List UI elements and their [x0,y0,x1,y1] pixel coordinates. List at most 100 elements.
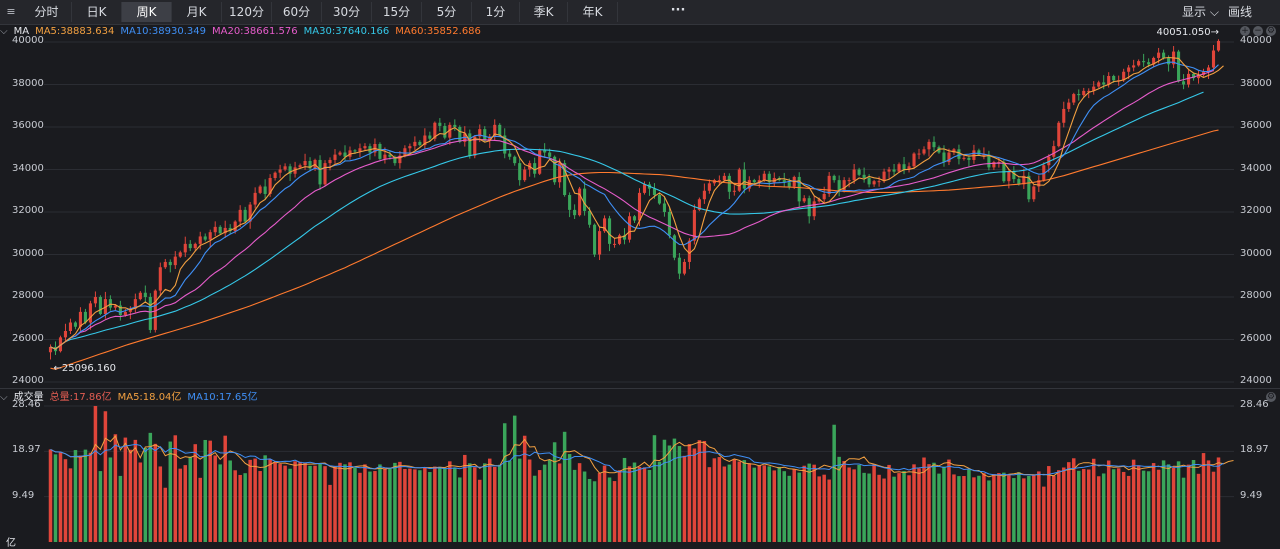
volume-bar [1216,457,1221,542]
volume-bar [393,462,397,542]
volume-bar [732,458,737,542]
volume-bar [487,458,492,542]
volume-bar [912,464,916,542]
volume-tick-right: 28.46 [1240,399,1269,410]
candle-body [548,152,552,157]
volume-bar [617,470,622,542]
volume-bar [323,466,327,542]
volume-bar [587,478,592,542]
volume-bar [68,468,73,542]
candle-body [732,190,736,192]
volume-bar [782,471,786,542]
candle-body [318,159,322,185]
candle-body [568,195,572,210]
candle-body [443,125,447,138]
volume-bar [927,464,931,542]
volume-bar [997,473,1001,542]
volume-bar [712,458,717,542]
volume-bar [1007,474,1011,542]
volume-bar [353,467,357,542]
candle-body [1077,94,1081,96]
candle-body [148,297,152,330]
price-tick-left: 36000 [12,120,44,131]
volume-bar [358,472,362,542]
volume-bar [962,476,966,542]
volume-bar [423,467,427,542]
volume-bar [1047,466,1051,542]
candle-body [98,297,102,314]
ma5-line [50,56,1224,350]
candle-body [922,149,926,154]
candle-body [298,165,302,168]
candle-body [63,331,68,338]
volume-bar [507,460,512,542]
volume-bar [672,438,677,542]
volume-bar [742,460,747,542]
candle-body [752,180,756,183]
volume-bar [932,462,936,542]
low-marker: ←25096.160 [53,363,116,375]
volume-bar [168,441,173,542]
volume-bar [1057,470,1061,542]
kline-chart[interactable] [0,0,1280,546]
volume-bar [213,455,217,542]
volume-bar [547,459,552,542]
volume-bar [557,463,562,542]
candle-body [1187,73,1191,85]
volume-bar [288,468,292,542]
price-tick-right: 24000 [1240,375,1272,386]
volume-bar [562,431,567,542]
high-marker: 40051.050→ [1156,26,1219,38]
price-tick-right: 34000 [1240,162,1272,174]
candle-body [273,172,277,178]
volume-bar [1067,462,1071,542]
volume-bar [163,487,168,542]
volume-bar [198,477,202,542]
candle-body [283,166,287,170]
volume-bar [872,464,876,542]
volume-bar [717,457,722,542]
volume-bar [532,475,537,542]
candle-body [632,216,637,221]
volume-bar [917,468,921,542]
volume-bar [1111,469,1116,542]
volume-bar [972,477,976,542]
candle-body [852,169,856,181]
volume-bar [1161,460,1166,542]
candle-body [662,203,666,212]
volume-bar [73,450,78,542]
volume-bar [188,456,193,542]
volume-bar [103,411,108,542]
volume-bar [318,463,322,542]
volume-bar [502,423,507,542]
candle-body [588,210,592,225]
volume-bar [667,445,672,542]
volume-bar [887,464,891,542]
candle-body [912,153,916,167]
candle-body [73,322,78,327]
candle-body [183,243,187,253]
price-tick-left: 28000 [12,290,44,301]
volume-bar [448,461,452,542]
candle-body [1142,61,1146,63]
candle-body [378,144,382,159]
candle-body [163,261,167,268]
candle-body [1112,76,1116,81]
volume-bar [597,473,602,542]
candle-body [178,252,182,257]
volume-bar [193,444,197,542]
price-tick-right: 26000 [1240,332,1272,344]
volume-bar [1121,471,1126,542]
candle-body [158,267,162,291]
candle-body [832,175,836,181]
candle-body [468,133,472,156]
volume-bar [1116,468,1121,542]
candle-body [173,256,177,266]
candle-body [857,169,861,175]
volume-bar [298,461,302,542]
candle-body [637,192,642,221]
volume-bar [53,454,58,542]
candle-body [1147,62,1151,65]
volume-bar [1131,459,1136,542]
volume-bar [907,475,911,542]
